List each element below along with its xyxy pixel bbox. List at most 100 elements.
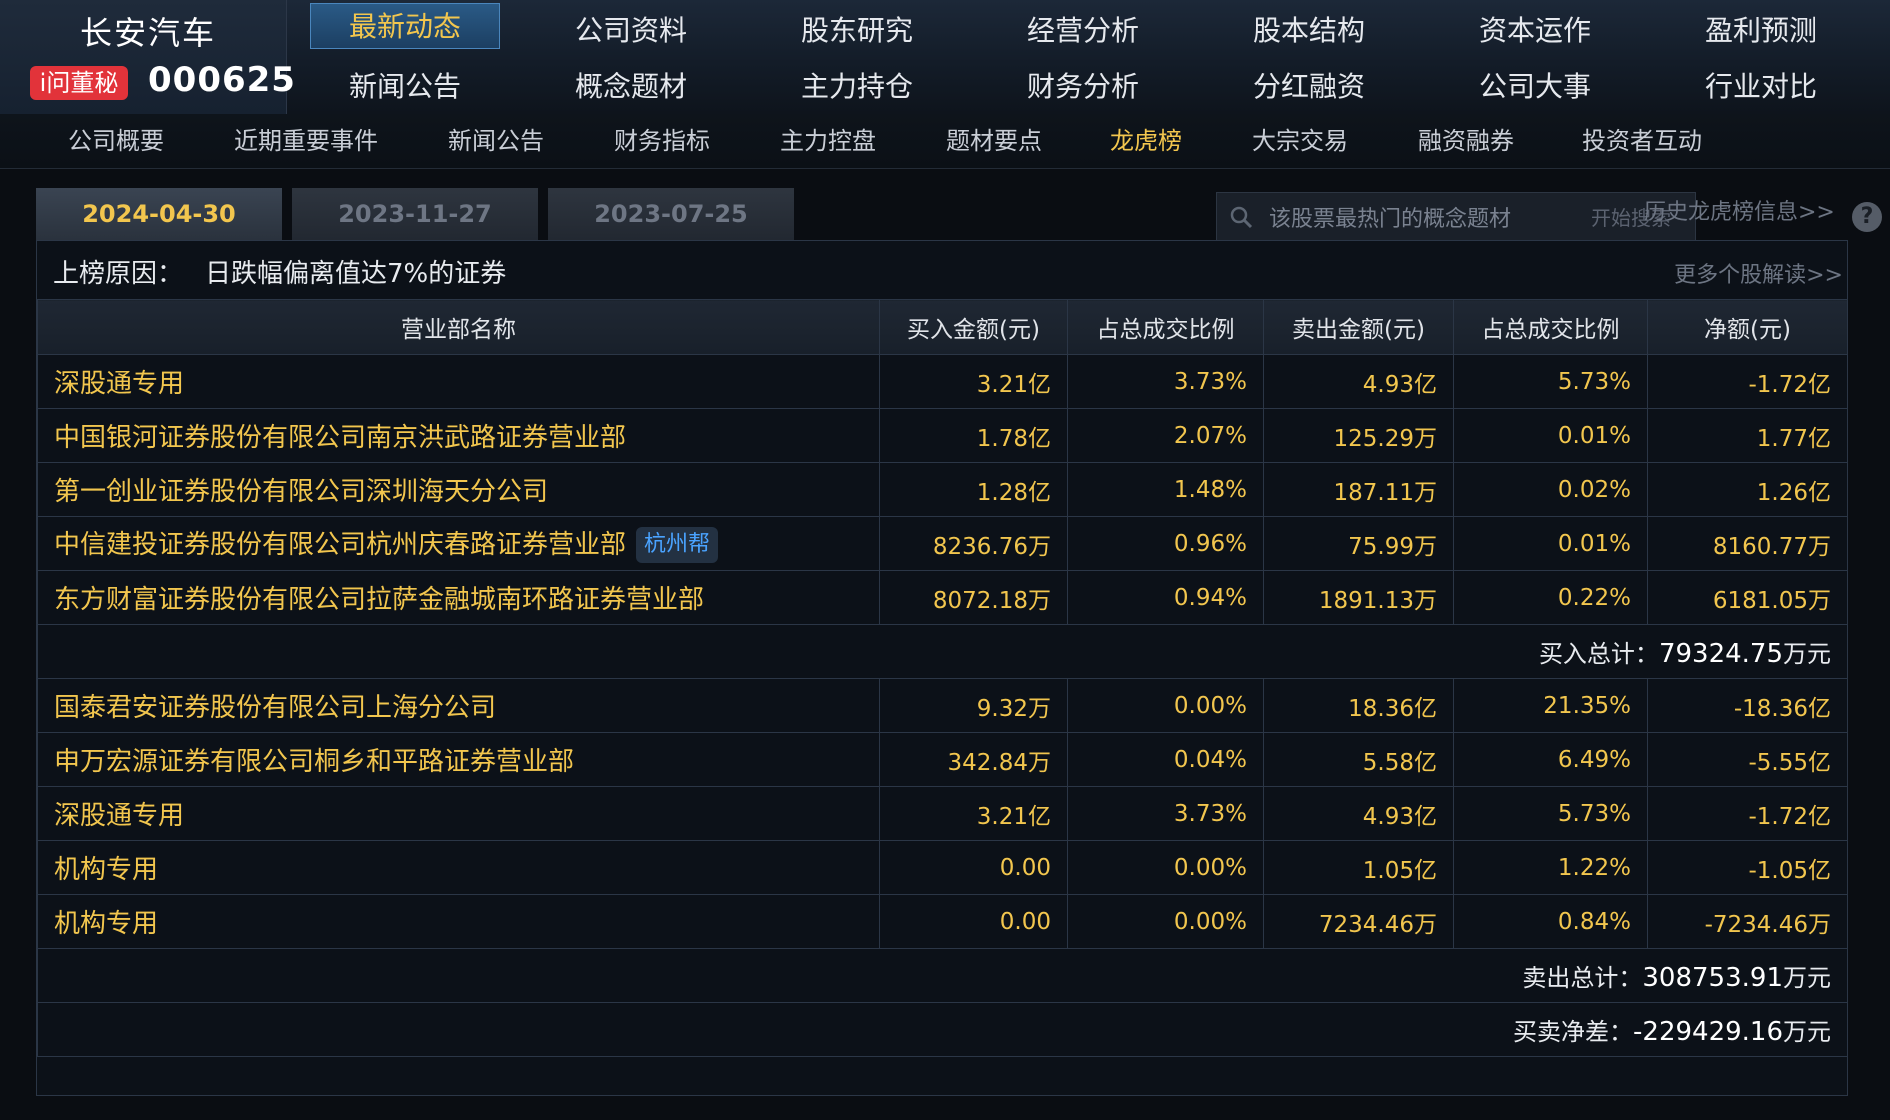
branch-name[interactable]: 中国银河证券股份有限公司南京洪武路证券营业部 bbox=[37, 408, 880, 463]
sell-ratio: 0.02% bbox=[1453, 462, 1648, 517]
net-difference-label: 买卖净差： bbox=[1513, 1018, 1634, 1046]
nav-news-announcement[interactable]: 新闻公告 bbox=[310, 64, 500, 110]
table-row: 第一创业证券股份有限公司深圳海天分公司 1.28亿 1.48% 187.11万 … bbox=[37, 462, 1848, 517]
sell-ratio: 0.84% bbox=[1453, 894, 1648, 949]
nav-industry-comparison[interactable]: 行业对比 bbox=[1666, 64, 1856, 110]
sell-total-cell: 卖出总计：308753.91万元 bbox=[37, 948, 1848, 1003]
sell-total-unit: 万元 bbox=[1783, 964, 1831, 992]
table-row: 机构专用 0.00 0.00% 1.05亿 1.22% -1.05亿 bbox=[37, 840, 1848, 895]
nav-shareholder-research[interactable]: 股东研究 bbox=[762, 8, 952, 54]
nav-company-events[interactable]: 公司大事 bbox=[1440, 64, 1630, 110]
table-row: 深股通专用 3.21亿 3.73% 4.93亿 5.73% -1.72亿 bbox=[37, 354, 1848, 409]
sell-amount: 1.05亿 bbox=[1263, 840, 1454, 895]
hangzhou-gang-tag[interactable]: 杭州帮 bbox=[636, 527, 719, 564]
stock-name: 长安汽车 bbox=[80, 14, 217, 52]
subnav-main-control[interactable]: 主力控盘 bbox=[780, 114, 876, 168]
date-tab-1[interactable]: 2024-04-30 bbox=[36, 188, 282, 240]
net-amount: -7234.46万 bbox=[1647, 894, 1848, 949]
subnav-block-trade[interactable]: 大宗交易 bbox=[1252, 114, 1348, 168]
net-difference-cell: 买卖净差：-229429.16万元 bbox=[37, 1002, 1848, 1057]
sell-total-label: 卖出总计： bbox=[1522, 964, 1643, 992]
subnav-theme-points[interactable]: 题材要点 bbox=[946, 114, 1042, 168]
buy-amount: 0.00 bbox=[879, 840, 1068, 895]
date-tab-2[interactable]: 2023-11-27 bbox=[292, 188, 538, 240]
nav-financial-analysis[interactable]: 财务分析 bbox=[988, 64, 1178, 110]
branch-name[interactable]: 机构专用 bbox=[37, 840, 880, 895]
subnav-financial-indicators[interactable]: 财务指标 bbox=[614, 114, 710, 168]
branch-name[interactable]: 中信建投证券股份有限公司杭州庆春路证券营业部 bbox=[54, 530, 626, 560]
branch-name[interactable]: 深股通专用 bbox=[37, 786, 880, 841]
reason-label: 上榜原因： bbox=[53, 259, 184, 289]
branch-name[interactable]: 申万宏源证券有限公司桐乡和平路证券营业部 bbox=[37, 732, 880, 787]
nav-company-info[interactable]: 公司资料 bbox=[536, 8, 726, 54]
sell-ratio: 5.73% bbox=[1453, 354, 1648, 409]
branch-name[interactable]: 深股通专用 bbox=[37, 354, 880, 409]
buy-amount: 3.21亿 bbox=[879, 354, 1068, 409]
sell-ratio: 0.01% bbox=[1453, 408, 1648, 463]
net-amount: -5.55亿 bbox=[1647, 732, 1848, 787]
top-header: 长安汽车 i问董秘 000625 最新动态 公司资料 股东研究 经营分析 股本结… bbox=[0, 0, 1890, 115]
dragon-tiger-panel: 上榜原因： 日跌幅偏离值达7%的证券 更多个股解读>> 营业部名称 买入金额(元… bbox=[36, 240, 1848, 1096]
buy-ratio: 0.04% bbox=[1067, 732, 1264, 787]
table-row: 中信建投证券股份有限公司杭州庆春路证券营业部 杭州帮 8236.76万 0.96%… bbox=[37, 516, 1848, 571]
date-tab-3[interactable]: 2023-07-25 bbox=[548, 188, 794, 240]
branch-name[interactable]: 东方财富证券股份有限公司拉萨金融城南环路证券营业部 bbox=[37, 570, 880, 625]
branch-name-cell: 中信建投证券股份有限公司杭州庆春路证券营业部 杭州帮 bbox=[37, 516, 880, 571]
subnav-investor-interaction[interactable]: 投资者互动 bbox=[1582, 114, 1702, 168]
sell-ratio: 21.35% bbox=[1453, 678, 1648, 733]
subnav-company-overview[interactable]: 公司概要 bbox=[68, 114, 164, 168]
buy-ratio: 0.00% bbox=[1067, 678, 1264, 733]
nav-share-structure[interactable]: 股本结构 bbox=[1214, 8, 1404, 54]
buy-amount: 1.78亿 bbox=[879, 408, 1068, 463]
nav-capital-operation[interactable]: 资本运作 bbox=[1440, 8, 1630, 54]
branch-name[interactable]: 机构专用 bbox=[37, 894, 880, 949]
nav-latest-news[interactable]: 最新动态 bbox=[310, 3, 500, 49]
buy-total-row: 买入总计：79324.75万元 bbox=[37, 624, 1848, 679]
col-sell-ratio: 占总成交比例 bbox=[1453, 299, 1648, 355]
sell-amount: 7234.46万 bbox=[1263, 894, 1454, 949]
table-row: 中国银河证券股份有限公司南京洪武路证券营业部 1.78亿 2.07% 125.2… bbox=[37, 408, 1848, 463]
nav-profit-forecast[interactable]: 盈利预测 bbox=[1666, 8, 1856, 54]
buy-total-cell: 买入总计：79324.75万元 bbox=[37, 624, 1848, 679]
nav-concept-theme[interactable]: 概念题材 bbox=[536, 64, 726, 110]
listing-reason-row: 上榜原因： 日跌幅偏离值达7%的证券 更多个股解读>> bbox=[37, 241, 1847, 300]
table-row: 机构专用 0.00 0.00% 7234.46万 0.84% -7234.46万 bbox=[37, 894, 1848, 949]
branch-name[interactable]: 国泰君安证券股份有限公司上海分公司 bbox=[37, 678, 880, 733]
help-icon[interactable]: ? bbox=[1852, 202, 1882, 232]
sell-total-value: 308753.91 bbox=[1642, 963, 1783, 993]
history-dragon-tiger-link[interactable]: 历史龙虎榜信息>> bbox=[1644, 194, 1835, 226]
nav-operation-analysis[interactable]: 经营分析 bbox=[988, 8, 1178, 54]
sell-amount: 75.99万 bbox=[1263, 516, 1454, 571]
more-analysis-link[interactable]: 更多个股解读>> bbox=[1674, 257, 1843, 289]
table-row: 深股通专用 3.21亿 3.73% 4.93亿 5.73% -1.72亿 bbox=[37, 786, 1848, 841]
net-difference-row: 买卖净差：-229429.16万元 bbox=[37, 1002, 1848, 1057]
nav-dividend-financing[interactable]: 分红融资 bbox=[1214, 64, 1404, 110]
sell-amount: 4.93亿 bbox=[1263, 354, 1454, 409]
ask-secretary-badge[interactable]: i问董秘 bbox=[30, 66, 128, 100]
buy-ratio: 3.73% bbox=[1067, 786, 1264, 841]
table-row: 国泰君安证券股份有限公司上海分公司 9.32万 0.00% 18.36亿 21.… bbox=[37, 678, 1848, 733]
net-amount: -1.72亿 bbox=[1647, 786, 1848, 841]
table-header-row: 营业部名称 买入金额(元) 占总成交比例 卖出金额(元) 占总成交比例 净额(元… bbox=[37, 299, 1848, 355]
branch-name[interactable]: 第一创业证券股份有限公司深圳海天分公司 bbox=[37, 462, 880, 517]
subnav-recent-events[interactable]: 近期重要事件 bbox=[234, 114, 378, 168]
subnav-margin-trading[interactable]: 融资融券 bbox=[1418, 114, 1514, 168]
buy-total-value: 79324.75 bbox=[1658, 639, 1783, 669]
col-buy-amount: 买入金额(元) bbox=[879, 299, 1068, 355]
nav-main-holdings[interactable]: 主力持仓 bbox=[762, 64, 952, 110]
subnav-news[interactable]: 新闻公告 bbox=[448, 114, 544, 168]
search-input[interactable] bbox=[1267, 203, 1571, 235]
buy-ratio: 0.00% bbox=[1067, 894, 1264, 949]
sub-nav: 公司概要 近期重要事件 新闻公告 财务指标 主力控盘 题材要点 龙虎榜 大宗交易… bbox=[0, 114, 1890, 169]
sell-amount: 187.11万 bbox=[1263, 462, 1454, 517]
sell-amount: 1891.13万 bbox=[1263, 570, 1454, 625]
subnav-dragon-tiger-list[interactable]: 龙虎榜 bbox=[1110, 114, 1182, 168]
net-difference-value: -229429.16 bbox=[1633, 1017, 1783, 1047]
sell-ratio: 1.22% bbox=[1453, 840, 1648, 895]
buy-total-unit: 万元 bbox=[1783, 640, 1831, 668]
buy-ratio: 1.48% bbox=[1067, 462, 1264, 517]
col-branch-name: 营业部名称 bbox=[37, 299, 880, 355]
buy-ratio: 0.94% bbox=[1067, 570, 1264, 625]
dragon-tiger-content: 2024-04-30 2023-11-27 2023-07-25 开始搜索 历史… bbox=[36, 188, 1882, 1096]
net-amount: 8160.77万 bbox=[1647, 516, 1848, 571]
